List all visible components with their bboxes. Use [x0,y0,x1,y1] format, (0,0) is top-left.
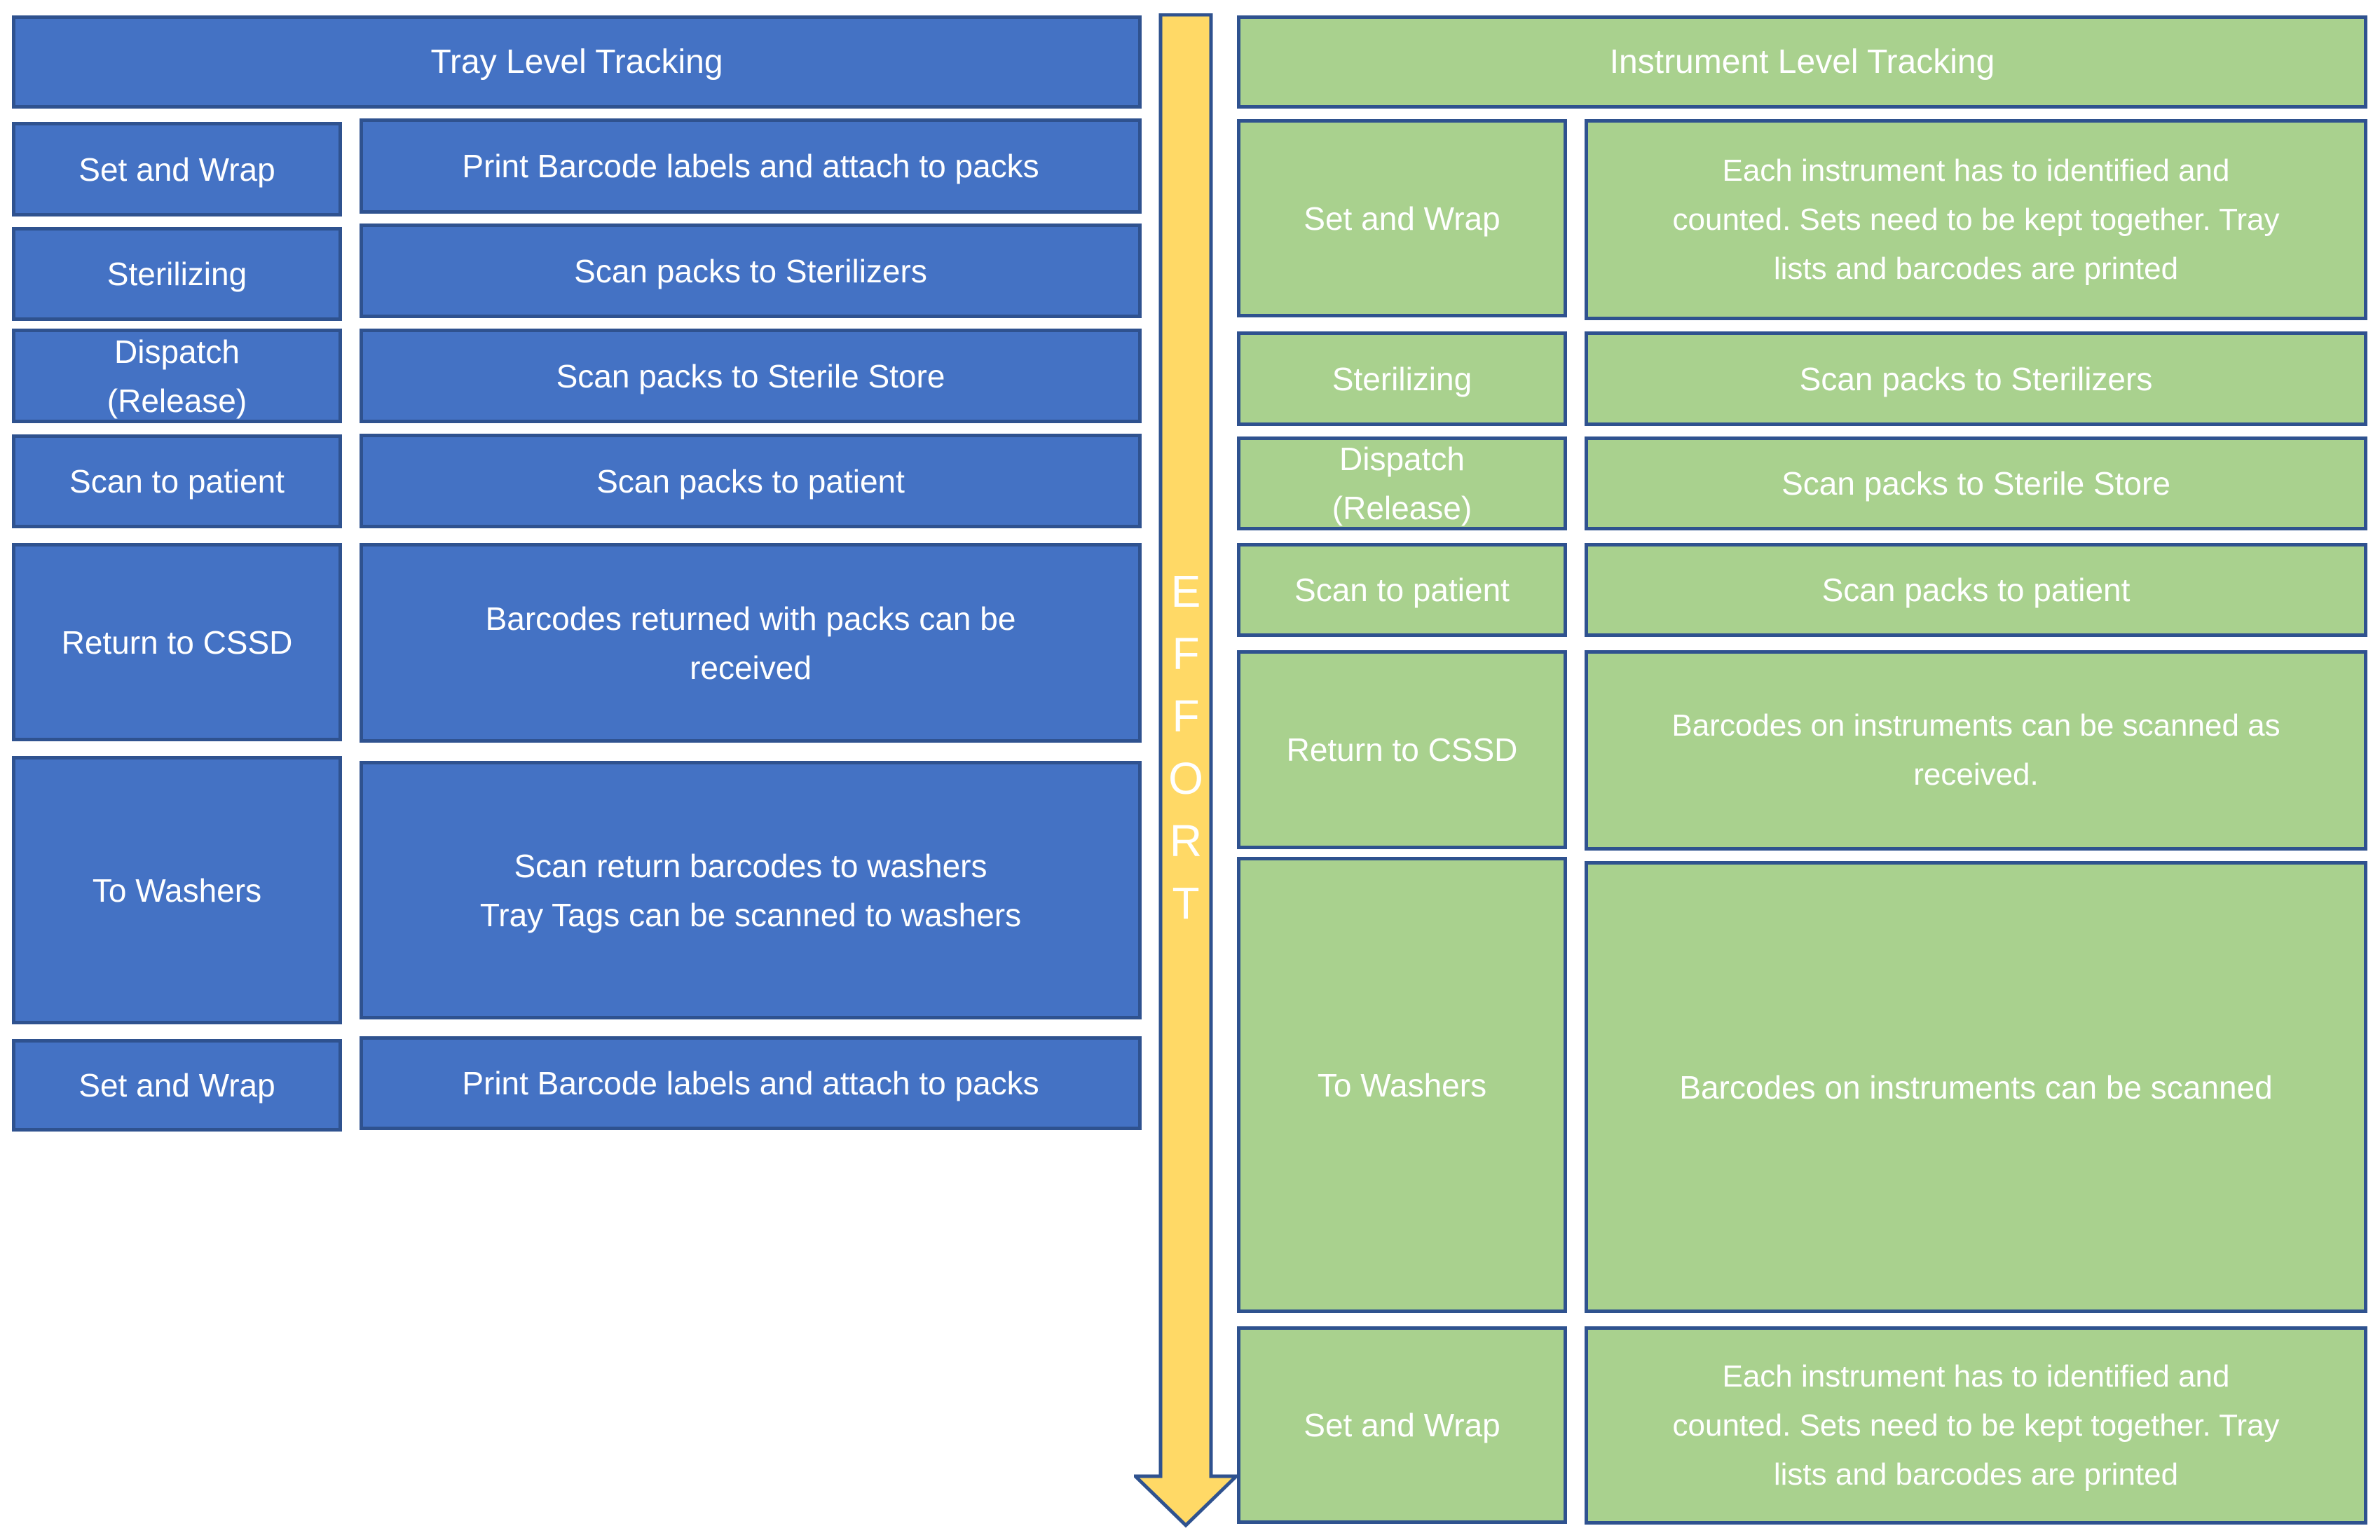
tray-desc-set-and-wrap-repeat: Print Barcode labels and attach to packs [360,1036,1142,1130]
instrument-step-set-and-wrap-repeat: Set and Wrap [1237,1326,1567,1524]
instrument-desc-sterilizing: Scan packs to Sterilizers [1585,331,2367,426]
instrument-step-set-and-wrap: Set and Wrap [1237,119,1567,317]
tray-desc-dispatch: Scan packs to Sterile Store [360,329,1142,423]
instrument-desc-set-and-wrap: Each instrument has to identified and co… [1585,119,2367,320]
instrument-level-tracking-header: Instrument Level Tracking [1237,15,2367,109]
effort-letter: F [1172,691,1200,741]
effort-letter: E [1170,566,1201,617]
tray-level-tracking-header: Tray Level Tracking [12,15,1142,109]
effort-letter: T [1172,878,1200,928]
instrument-step-scan-to-patient: Scan to patient [1237,543,1567,637]
tray-step-to-washers: To Washers [12,756,342,1024]
instrument-step-sterilizing: Sterilizing [1237,331,1567,426]
instrument-step-return-to-cssd: Return to CSSD [1237,650,1567,849]
tray-desc-to-washers: Scan return barcodes to washers Tray Tag… [360,761,1142,1019]
instrument-desc-return-to-cssd: Barcodes on instruments can be scanned a… [1585,650,2367,851]
tray-step-return-to-cssd: Return to CSSD [12,543,342,741]
instrument-desc-set-and-wrap-repeat: Each instrument has to identified and co… [1585,1326,2367,1525]
tray-desc-set-and-wrap: Print Barcode labels and attach to packs [360,118,1142,214]
instrument-step-to-washers: To Washers [1237,857,1567,1313]
tray-step-scan-to-patient: Scan to patient [12,434,342,528]
instrument-step-dispatch: Dispatch (Release) [1237,436,1567,530]
instrument-desc-dispatch: Scan packs to Sterile Store [1585,436,2367,530]
effort-letter: F [1172,628,1200,679]
tray-step-set-and-wrap-repeat: Set and Wrap [12,1039,342,1132]
instrument-desc-scan-to-patient: Scan packs to patient [1585,543,2367,637]
effort-letter: O [1168,753,1203,804]
tray-step-sterilizing: Sterilizing [12,227,342,321]
tray-desc-return-to-cssd: Barcodes returned with packs can be rece… [360,543,1142,743]
tray-step-dispatch: Dispatch (Release) [12,329,342,423]
effort-label: E F F O R T [1161,561,1211,953]
effort-letter: R [1169,816,1203,866]
instrument-desc-to-washers: Barcodes on instruments can be scanned [1585,861,2367,1313]
tray-desc-sterilizing: Scan packs to Sterilizers [360,224,1142,318]
tray-step-set-and-wrap: Set and Wrap [12,122,342,216]
tray-desc-scan-to-patient: Scan packs to patient [360,434,1142,528]
